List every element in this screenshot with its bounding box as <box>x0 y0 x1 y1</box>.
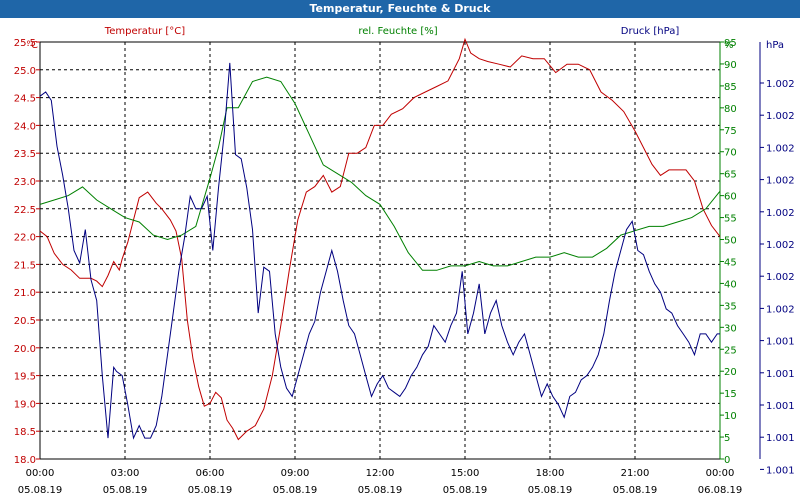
y-middle-tick-label: 20 <box>724 367 737 378</box>
y-right-tick-label: 1.001 <box>766 433 795 444</box>
y-right-tick-label: 1.002 <box>766 143 795 154</box>
y-left-tick-label: 23.0 <box>14 177 36 188</box>
y-left-tick-label: 22.0 <box>14 233 36 244</box>
chart-title: Temperatur, Feuchte & Druck <box>0 0 800 18</box>
y-right-tick-label: 1.001 <box>766 401 795 412</box>
y-middle-tick-label: 25 <box>724 345 737 356</box>
x-tick-date: 05.08.19 <box>103 485 148 496</box>
x-tick-date: 05.08.19 <box>188 485 233 496</box>
y-right-unit: hPa <box>766 40 784 51</box>
y-middle-tick-label: 50 <box>724 236 737 247</box>
y-right-tick-label: 1.002 <box>766 304 795 315</box>
y-right-tick-label: 1.002 <box>766 272 795 283</box>
x-tick-date: 05.08.19 <box>613 485 658 496</box>
y-left-tick-label: 24.0 <box>14 121 36 132</box>
x-tick-time: 00:00 <box>706 468 735 479</box>
y-left-tick-label: 25.0 <box>14 66 36 77</box>
y-left-tick-label: 23.5 <box>14 149 36 160</box>
x-tick-time: 15:00 <box>451 468 480 479</box>
y-middle-tick-label: 75 <box>724 126 737 137</box>
y-left-tick-label: 20.5 <box>14 316 36 327</box>
y-left-tick-label: 19.5 <box>14 372 36 383</box>
y-left-tick-label: 22.5 <box>14 205 36 216</box>
y-left-tick-label: 21.0 <box>14 288 36 299</box>
y-middle-tick-label: 70 <box>724 148 737 159</box>
y-left-tick-label: 19.0 <box>14 399 36 410</box>
series-legend-0: Temperatur [°C] <box>104 26 185 37</box>
y-middle-tick-label: 15 <box>724 389 737 400</box>
y-left-unit: °C <box>26 40 38 51</box>
x-tick-time: 18:00 <box>536 468 565 479</box>
y-right-tick-label: 1.001 <box>766 369 795 380</box>
y-left-tick-label: 21.5 <box>14 260 36 271</box>
chart-canvas: 00:00 05.08.19 03:00 05.08.19 06:00 05.08.19 0… <box>14 26 795 496</box>
y-middle-tick-label: 0 <box>724 455 730 466</box>
y-middle-tick-label: 40 <box>724 279 737 290</box>
x-tick-date: 05.08.19 <box>18 485 63 496</box>
x-tick-date: 05.08.19 <box>358 485 403 496</box>
y-right-tick-label: 1.002 <box>766 176 795 187</box>
y-middle-tick-label: 80 <box>724 104 737 115</box>
y-middle-tick-label: 65 <box>724 170 737 181</box>
y-right-tick-label: 1.002 <box>766 111 795 122</box>
y-middle-tick-label: 85 <box>724 82 737 93</box>
series-legend-2: Druck [hPa] <box>621 26 680 37</box>
y-right-tick-label: 1.002 <box>766 208 795 219</box>
x-tick-time: 00:00 <box>26 468 55 479</box>
x-tick-time: 12:00 <box>366 468 395 479</box>
x-tick-date: 05.08.19 <box>443 485 488 496</box>
x-tick-time: 09:00 <box>281 468 310 479</box>
y-middle-tick-label: 10 <box>724 411 737 422</box>
y-left-tick-label: 20.0 <box>14 344 36 355</box>
y-right-tick-label: 1.002 <box>766 79 795 90</box>
y-right-tick-label: 1.001 <box>766 337 795 348</box>
y-middle-unit: % <box>724 40 734 51</box>
x-tick-date: 05.08.19 <box>528 485 573 496</box>
y-middle-tick-label: 55 <box>724 214 737 225</box>
x-tick-date: 06.08.19 <box>698 485 743 496</box>
y-right-tick-label: 1.002 <box>766 240 795 251</box>
y-left-tick-label: 18.5 <box>14 427 36 438</box>
x-tick-time: 21:00 <box>621 468 650 479</box>
y-left-tick-label: 24.5 <box>14 94 36 105</box>
y-right-tick-label: 1.001 <box>766 465 795 476</box>
y-middle-tick-label: 5 <box>724 433 730 444</box>
y-middle-tick-label: 60 <box>724 192 737 203</box>
y-middle-tick-label: 30 <box>724 323 737 334</box>
x-tick-time: 03:00 <box>111 468 140 479</box>
series-legend-1: rel. Feuchte [%] <box>358 26 437 37</box>
y-middle-tick-label: 35 <box>724 301 737 312</box>
y-middle-tick-label: 45 <box>724 257 737 268</box>
y-middle-tick-label: 90 <box>724 60 737 71</box>
x-tick-time: 06:00 <box>196 468 225 479</box>
x-tick-date: 05.08.19 <box>273 485 318 496</box>
y-left-tick-label: 18.0 <box>14 455 36 466</box>
